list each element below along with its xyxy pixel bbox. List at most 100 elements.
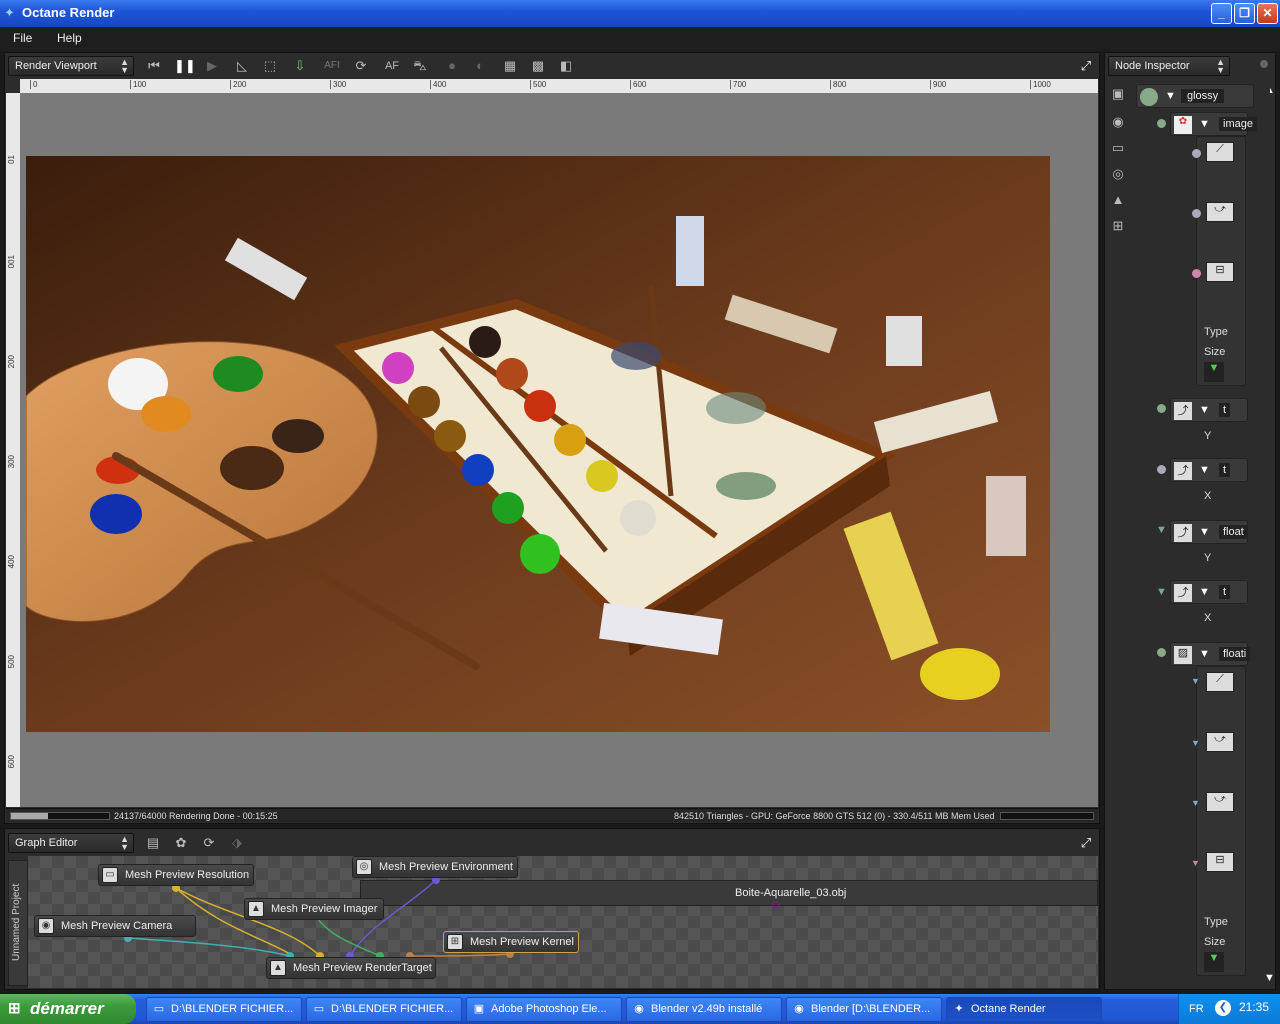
maximize-button[interactable]: ❐ [1234, 3, 1255, 24]
inspector-scrollbar[interactable] [1258, 84, 1270, 974]
task-blender[interactable]: ◉ Blender [D:\BLENDER... [786, 997, 942, 1022]
import-icon[interactable]: ⇩ [290, 56, 310, 76]
language-indicator[interactable]: FR [1189, 1003, 1204, 1015]
pin-dot[interactable] [1157, 119, 1166, 128]
expand-arrow-icon[interactable]: ▼ [1199, 464, 1210, 476]
resolution-tab-icon[interactable]: ▭ [1108, 138, 1128, 158]
node-label: Mesh Preview RenderTarget [293, 962, 432, 974]
pin-triangle-icon[interactable]: ▼ [1191, 858, 1200, 868]
transform-icon[interactable]: ⊟ [1206, 852, 1234, 872]
pin-triangle-icon[interactable]: ▼ [1191, 798, 1200, 808]
save-icon[interactable]: ▤ [143, 833, 163, 853]
sphere-alt-icon[interactable]: ◐ [470, 56, 490, 76]
refresh-icon[interactable]: ⟳ [351, 56, 371, 76]
close-button[interactable]: ✕ [1257, 3, 1278, 24]
menu-file[interactable]: File [13, 31, 32, 45]
curve-icon[interactable]: ⟋ [1206, 142, 1234, 162]
task-explorer-2[interactable]: ▭ D:\BLENDER FICHIER... [306, 997, 462, 1022]
kernel-tab-icon[interactable]: ⊞ [1108, 216, 1128, 236]
transform-icon[interactable]: ⊟ [1206, 262, 1234, 282]
render-image[interactable] [26, 156, 1050, 732]
project-tab-label: Unnamed Project [11, 883, 22, 961]
texture-row-x1[interactable]: ⤴ ▼ t [1170, 458, 1248, 482]
updown-arrow-icon: ▲ ▼ [120, 834, 129, 852]
reload-icon[interactable]: ⟳ [199, 833, 219, 853]
viewport-mode-dropdown[interactable]: Render Viewport ▲ ▼ [8, 56, 134, 76]
region-icon[interactable]: ⬚ [260, 56, 280, 76]
status-bar: 24137/64000 Rendering Done - 00:15:25 84… [6, 808, 1098, 822]
curve-icon[interactable]: ⤻ [1206, 792, 1234, 812]
minimize-button[interactable]: _ [1211, 3, 1232, 24]
pin-dot[interactable] [1192, 269, 1201, 278]
pin-icon[interactable] [1260, 60, 1268, 68]
pin-dot[interactable] [1192, 209, 1201, 218]
render-progress-bar [10, 812, 110, 820]
imager-tab-icon[interactable]: ▲ [1108, 190, 1128, 210]
curve-icon[interactable]: ⤻ [1206, 732, 1234, 752]
texture-icon: ✿ [1174, 116, 1192, 134]
float-row-y[interactable]: ⤴ ▼ float [1170, 520, 1248, 544]
graph-fullscreen-icon[interactable]: ⤢ [1076, 833, 1096, 853]
expand-arrow-icon[interactable]: ▼ [1199, 648, 1210, 660]
expand-arrow-icon[interactable]: ▼ [1165, 90, 1176, 102]
pin-triangle-icon[interactable]: ▼ [1191, 738, 1200, 748]
graph-mode-dropdown[interactable]: Graph Editor ▲ ▼ [8, 833, 134, 853]
material-row[interactable]: ▼ glossy [1136, 84, 1254, 108]
expand-arrow-icon[interactable]: ▼ [1199, 404, 1210, 416]
filter-icon[interactable]: ▼ [1204, 362, 1224, 382]
af-button[interactable]: AF [382, 56, 402, 76]
floating-row[interactable]: ▨ ▼ floati [1170, 642, 1251, 666]
menu-help[interactable]: Help [57, 31, 82, 45]
node-mesh-preview-resolution[interactable]: ▭ Mesh Preview Resolution [98, 864, 254, 886]
node-mesh-preview-environment[interactable]: ◎ Mesh Preview Environment [352, 856, 518, 878]
expand-arrow-icon[interactable]: ▼ [1199, 526, 1210, 538]
play-icon[interactable]: ▶ [202, 56, 222, 76]
task-photoshop[interactable]: ▣ Adobe Photoshop Ele... [466, 997, 622, 1022]
task-explorer-1[interactable]: ▭ D:\BLENDER FICHIER... [146, 997, 302, 1022]
ruler-icon[interactable]: ◺ [232, 56, 252, 76]
node-mesh-preview-kernel[interactable]: ⊞ Mesh Preview Kernel [443, 931, 579, 953]
node-mesh-preview-camera[interactable]: ◉ Mesh Preview Camera [34, 915, 196, 937]
image-row[interactable]: ✿ ▼ image [1170, 112, 1257, 136]
texture-row-x2[interactable]: ⤴ ▼ t [1170, 580, 1248, 604]
image-tab-icon[interactable]: ▣ [1108, 84, 1128, 104]
pin-triangle-icon[interactable]: ▼ [1191, 676, 1200, 686]
camera-tab-icon[interactable]: ◉ [1108, 112, 1128, 132]
fullscreen-icon[interactable]: ⤢ [1076, 56, 1096, 76]
texture-row-y1[interactable]: ⤴ ▼ t [1170, 398, 1248, 422]
nodes-icon[interactable]: ✿ [171, 833, 191, 853]
pin-dot[interactable] [1192, 149, 1201, 158]
start-label: démarrer [30, 999, 104, 1018]
rewind-icon[interactable]: ⏮ [144, 56, 164, 76]
node-mesh-preview-imager[interactable]: ▲ Mesh Preview Imager [244, 898, 384, 920]
curve-icon[interactable]: ⤻ [1206, 202, 1234, 222]
inspector-mode-dropdown[interactable]: Node Inspector ▲ ▼ [1108, 56, 1230, 76]
grid-icon[interactable]: ▦ [500, 56, 520, 76]
clock[interactable]: 21:35 [1239, 1000, 1269, 1014]
curve-icon[interactable]: ⟋ [1206, 672, 1234, 692]
filter-icon[interactable]: ▼ [1204, 952, 1224, 972]
node-mesh-preview-rendertarget[interactable]: ▲ Mesh Preview RenderTarget [266, 957, 436, 979]
afi-icon[interactable]: AFI [322, 56, 342, 76]
pin-dot[interactable] [1157, 465, 1166, 474]
close-icon: ✕ [1262, 6, 1273, 20]
tray-arrow-icon[interactable]: ❮ [1215, 1000, 1231, 1016]
alpha-icon[interactable]: ◧ [556, 56, 576, 76]
expand-arrow-icon[interactable]: ▼ [1199, 118, 1210, 130]
disabled-tool-icon[interactable]: ⬗ [227, 833, 247, 853]
scroll-down-icon[interactable]: ▼ [1264, 972, 1275, 984]
pin-triangle-icon[interactable]: ▼ [1156, 524, 1167, 536]
car-icon[interactable]: ⛍ [410, 56, 430, 76]
expand-arrow-icon[interactable]: ▼ [1199, 586, 1210, 598]
checker-icon[interactable]: ▩ [528, 56, 548, 76]
project-tab[interactable]: Unnamed Project [8, 860, 28, 986]
pin-triangle-icon[interactable]: ▼ [1156, 586, 1167, 598]
pin-dot[interactable] [1157, 404, 1166, 413]
sphere-icon[interactable]: ● [442, 56, 462, 76]
pin-dot[interactable] [1157, 648, 1166, 657]
env-tab-icon[interactable]: ◎ [1108, 164, 1128, 184]
start-button[interactable]: ⊞ démarrer [0, 994, 136, 1024]
task-octane-render[interactable]: ✦ Octane Render [946, 997, 1102, 1022]
task-blender-installer[interactable]: ◉ Blender v2.49b installé [626, 997, 782, 1022]
pause-icon[interactable]: ❚❚ [174, 56, 196, 76]
